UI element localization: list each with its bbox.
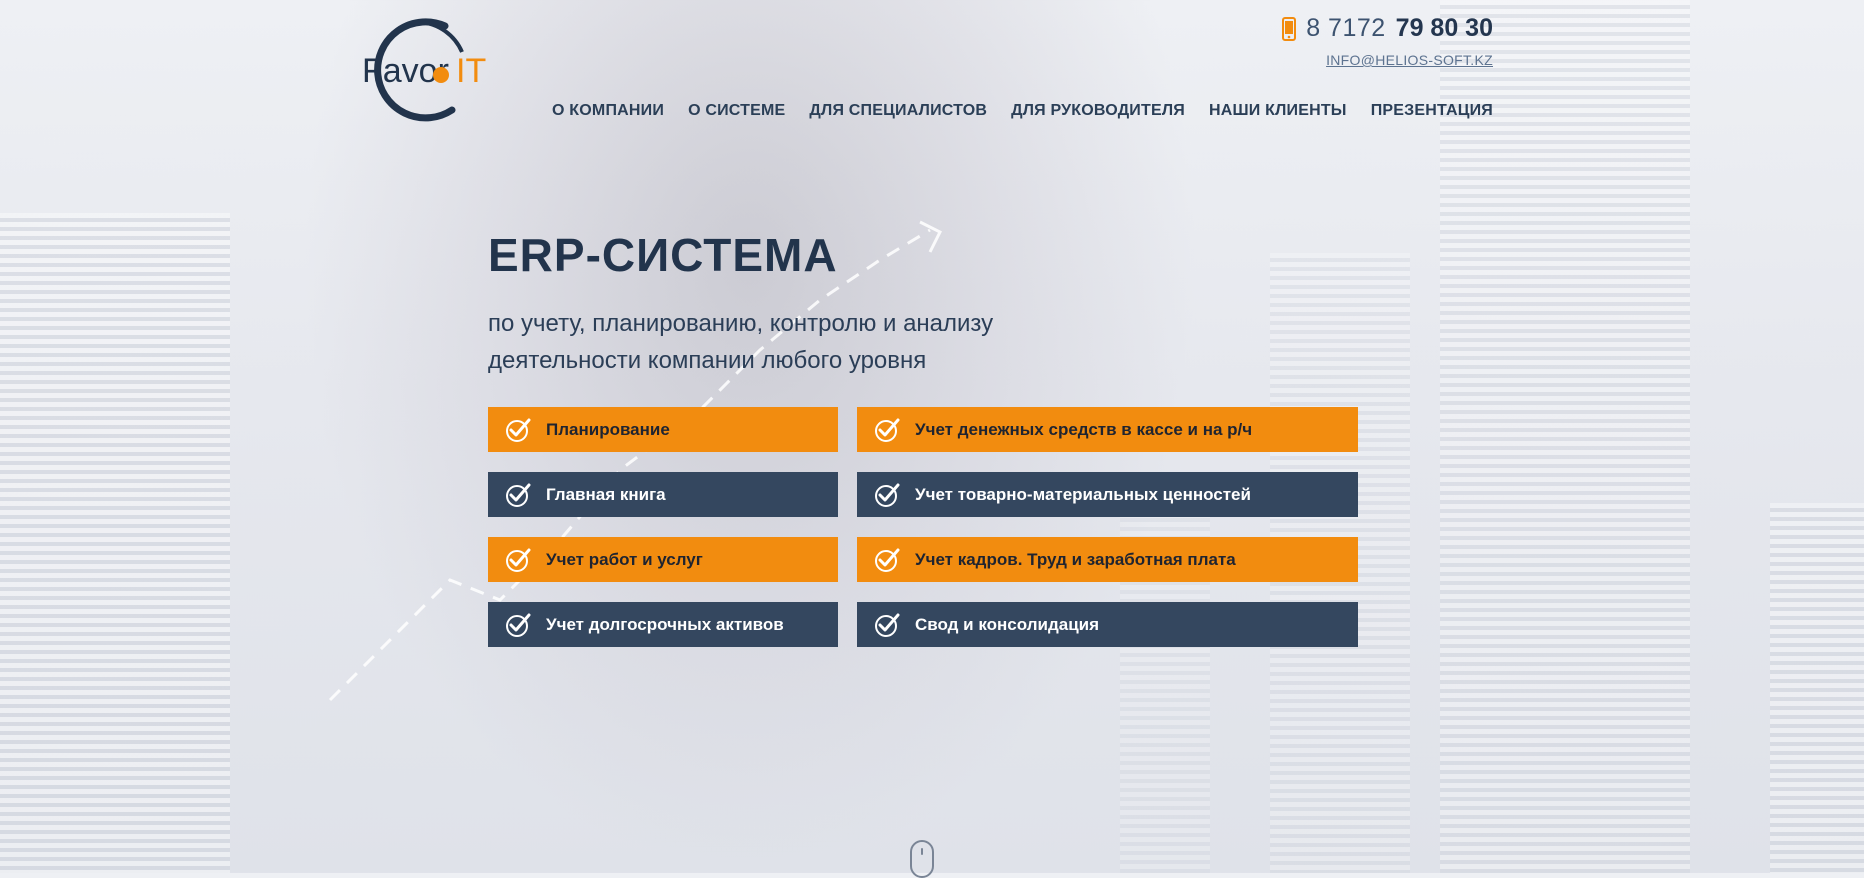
background-building — [1770, 503, 1864, 873]
check-badge-icon — [506, 418, 531, 442]
nav-item-about-company[interactable]: О КОМПАНИИ — [552, 102, 664, 120]
check-badge-icon — [875, 418, 900, 442]
feature-label: Планирование — [546, 419, 670, 439]
feature-list: Планирование Учет денежных средств в кас… — [488, 407, 1358, 647]
nav-item-our-clients[interactable]: НАШИ КЛИЕНТЫ — [1209, 102, 1347, 120]
mouse-scroll-icon[interactable] — [910, 840, 934, 878]
hero-subtitle-line-2: деятельности компании любого уровня — [488, 347, 927, 374]
logo-text-it: IT — [456, 52, 486, 90]
check-badge-icon — [875, 548, 900, 572]
feature-label: Учет работ и услуг — [546, 549, 703, 569]
feature-item-inventory[interactable]: Учет товарно-материальных ценностей — [857, 472, 1358, 517]
nav-item-about-system[interactable]: О СИСТЕМЕ — [688, 102, 785, 120]
feature-item-general-ledger[interactable]: Главная книга — [488, 472, 838, 517]
feature-item-cash-accounting[interactable]: Учет денежных средств в кассе и на р/ч — [857, 407, 1358, 452]
mobile-phone-icon — [1282, 16, 1297, 41]
hero-subtitle-line-1: по учету, планированию, контролю и анали… — [488, 310, 994, 337]
check-badge-icon — [506, 483, 531, 507]
check-badge-icon — [506, 613, 531, 637]
feature-label: Свод и консолидация — [915, 614, 1100, 634]
feature-label: Учет долгосрочных активов — [546, 614, 784, 634]
feature-label: Главная книга — [546, 484, 666, 504]
nav-item-for-specialists[interactable]: ДЛЯ СПЕЦИАЛИСТОВ — [809, 102, 987, 120]
feature-item-long-term-assets[interactable]: Учет долгосрочных активов — [488, 602, 838, 647]
check-badge-icon — [875, 483, 900, 507]
email-link[interactable]: INFO@HELIOS-SOFT.KZ — [1326, 52, 1493, 68]
phone-prefix: 8 7172 — [1306, 14, 1386, 42]
check-badge-icon — [506, 548, 531, 572]
feature-label: Учет кадров. Труд и заработная плата — [915, 549, 1236, 569]
feature-label: Учет товарно-материальных ценностей — [915, 484, 1251, 504]
hero-title: ERP-СИСТЕМА — [488, 229, 838, 281]
feature-item-hr-payroll[interactable]: Учет кадров. Труд и заработная плата — [857, 537, 1358, 582]
hero-subtitle: по учету, планированию, контролю и анали… — [488, 305, 1048, 379]
nav-item-for-managers[interactable]: ДЛЯ РУКОВОДИТЕЛЯ — [1011, 102, 1185, 120]
feature-label: Учет денежных средств в кассе и на р/ч — [915, 419, 1253, 439]
main-nav: О КОМПАНИИ О СИСТЕМЕ ДЛЯ СПЕЦИАЛИСТОВ ДЛ… — [552, 102, 1493, 120]
background-building — [1440, 0, 1690, 873]
nav-item-presentation[interactable]: ПРЕЗЕНТАЦИЯ — [1371, 102, 1493, 120]
feature-item-consolidation[interactable]: Свод и консолидация — [857, 602, 1358, 647]
feature-item-works-services[interactable]: Учет работ и услуг — [488, 537, 838, 582]
favorit-logo-icon: Favor IT — [362, 18, 486, 122]
feature-item-planning[interactable]: Планирование — [488, 407, 838, 452]
site-header: Favor IT 8 7172 79 80 30 INFO@HELIOS-SOF… — [0, 0, 1864, 130]
background-building — [0, 213, 230, 873]
logo[interactable]: Favor IT — [350, 12, 500, 122]
check-badge-icon — [875, 613, 900, 637]
phone-main: 79 80 30 — [1395, 14, 1493, 42]
phone-number[interactable]: 8 7172 79 80 30 — [1282, 14, 1493, 43]
